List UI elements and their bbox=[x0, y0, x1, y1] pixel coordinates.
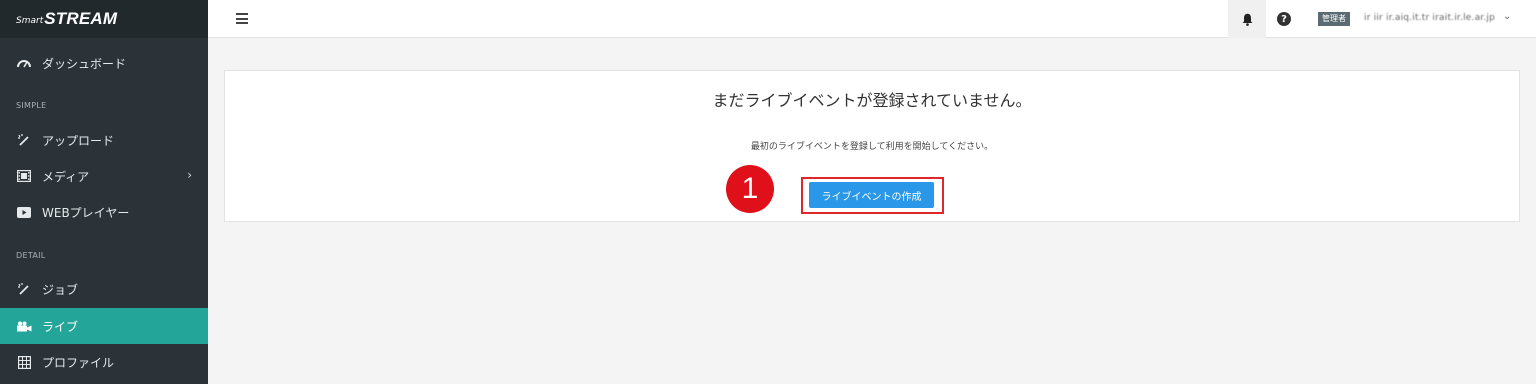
sidebar-item-label: アップロード bbox=[42, 133, 115, 148]
logo-name: STREAM bbox=[44, 9, 118, 28]
video-camera-icon bbox=[16, 318, 32, 334]
role-badge: 管理者 bbox=[1318, 12, 1350, 26]
magic-wand-icon bbox=[16, 281, 32, 297]
sidebar-item-media[interactable]: メディア › bbox=[0, 158, 208, 194]
step-number-badge: 1 bbox=[726, 165, 774, 213]
user-menu[interactable]: ir iir ir.aiq.it.tr irait.ir.le.ar.jp bbox=[1364, 13, 1495, 23]
logo-prefix: Smart bbox=[16, 16, 44, 26]
page-title: まだライブイベントが登録されていません。 bbox=[712, 91, 1032, 110]
sidebar-item-profile[interactable]: プロファイル bbox=[0, 344, 208, 380]
magic-wand-icon bbox=[16, 132, 32, 148]
film-icon bbox=[16, 168, 32, 184]
create-live-event-button[interactable]: ライブイベントの作成 bbox=[809, 182, 934, 208]
empty-state-card: まだライブイベントが登録されていません。 最初のライブイベントを登録して利用を開… bbox=[224, 70, 1520, 222]
empty-state-message: 最初のライブイベントを登録して利用を開始してください。 bbox=[750, 142, 994, 152]
menu-icon[interactable] bbox=[236, 13, 248, 24]
sidebar-item-job[interactable]: ジョブ bbox=[0, 271, 208, 307]
sidebar-item-label: WEBプレイヤー bbox=[42, 205, 130, 220]
play-icon bbox=[16, 204, 32, 220]
sidebar-item-web-player[interactable]: WEBプレイヤー bbox=[0, 194, 208, 230]
section-label-simple: SIMPLE bbox=[16, 101, 47, 110]
bell-icon bbox=[1242, 13, 1252, 26]
top-header: ? 管理者 ir iir ir.aiq.it.tr irait.ir.le.ar… bbox=[208, 0, 1536, 38]
sidebar-item-dashboard[interactable]: ダッシュボード bbox=[0, 45, 208, 81]
grid-icon bbox=[16, 354, 32, 370]
chevron-down-icon[interactable]: ⌄ bbox=[1503, 11, 1511, 22]
sidebar-item-label: プロファイル bbox=[42, 355, 115, 370]
chevron-right-icon: › bbox=[187, 168, 192, 182]
sidebar-item-label: ダッシュボード bbox=[42, 56, 127, 71]
logo[interactable]: Smart STREAM bbox=[0, 0, 208, 38]
help-icon[interactable]: ? bbox=[1277, 12, 1291, 26]
gauge-icon bbox=[16, 55, 32, 71]
sidebar-item-label: メディア bbox=[42, 169, 90, 184]
sidebar-item-live[interactable]: ライブ bbox=[0, 308, 208, 344]
section-label-detail: DETAIL bbox=[16, 251, 46, 260]
sidebar-item-label: ジョブ bbox=[42, 282, 79, 297]
sidebar-item-upload[interactable]: アップロード bbox=[0, 122, 208, 158]
notification-button[interactable] bbox=[1228, 0, 1266, 38]
sidebar: Smart STREAM ダッシュボード SIMPLE アップロード メディア … bbox=[0, 0, 208, 384]
sidebar-item-label: ライブ bbox=[42, 319, 79, 334]
